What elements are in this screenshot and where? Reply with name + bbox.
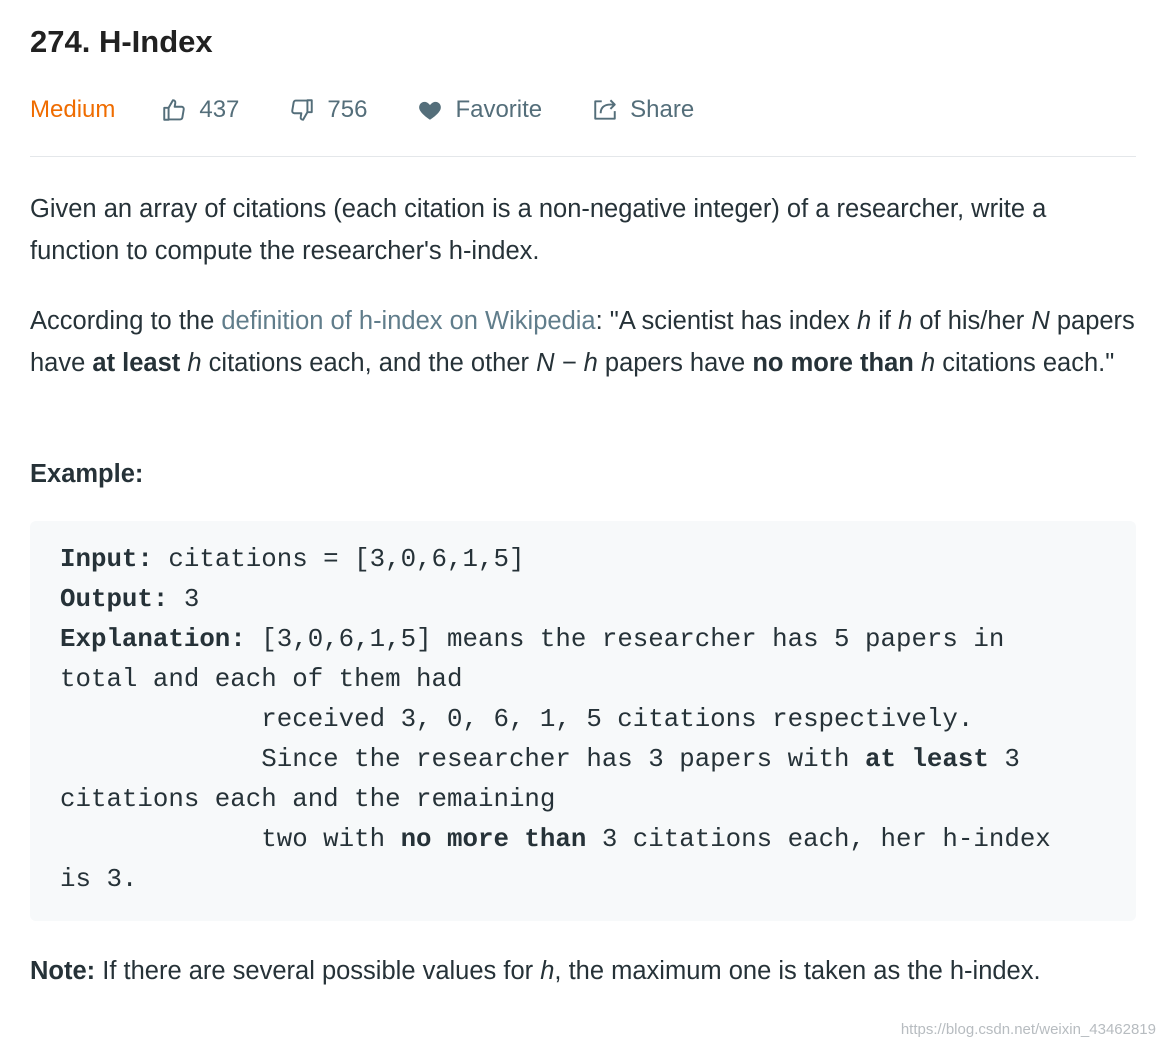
description-paragraph: Given an array of citations (each citati… bbox=[30, 195, 1047, 265]
bold-no-more-than: no more than bbox=[400, 825, 587, 854]
text-span: , the maximum one is taken as the h-inde… bbox=[554, 957, 1041, 985]
favorite-label: Favorite bbox=[455, 96, 543, 123]
explanation-label: Explanation: bbox=[60, 625, 246, 654]
text-span: If there are several possible values for bbox=[95, 957, 541, 985]
output-label: Output: bbox=[60, 585, 169, 614]
note-paragraph: Note: If there are several possible valu… bbox=[30, 950, 1136, 992]
text-span: According to the bbox=[30, 307, 222, 335]
example-code: Input: citations = [3,0,6,1,5] Output: 3… bbox=[60, 540, 1051, 900]
example-heading: Example: bbox=[30, 460, 144, 488]
var-h: h bbox=[920, 349, 936, 377]
text-span: of his/her bbox=[912, 307, 1032, 335]
heart-icon bbox=[419, 101, 442, 120]
difficulty-label: Medium bbox=[30, 96, 116, 123]
dislike-button[interactable]: 756 bbox=[289, 96, 367, 124]
thumbs-down-icon bbox=[291, 99, 314, 121]
problem-title: 274. H-Index bbox=[30, 24, 213, 59]
bold-at-least: at least bbox=[865, 745, 989, 774]
note-label: Note: bbox=[30, 957, 96, 985]
bold-at-least: at least bbox=[92, 349, 181, 377]
watermark: https://blog.csdn.net/weixin_43462819 bbox=[900, 1021, 1156, 1038]
var-h: h bbox=[898, 307, 913, 335]
input-label: Input: bbox=[60, 545, 153, 574]
favorite-button[interactable]: Favorite bbox=[417, 96, 542, 124]
thumbs-up-icon bbox=[163, 99, 186, 121]
input-value: citations = [3,0,6,1,5] bbox=[152, 545, 525, 574]
definition-paragraph: According to the definition of h-index o… bbox=[30, 300, 1136, 384]
wikipedia-link[interactable]: definition of h-index on Wikipedia bbox=[221, 307, 595, 335]
text-span: papers have bbox=[597, 349, 753, 377]
text-span: : "A scientist has index bbox=[595, 307, 857, 335]
var-h: h bbox=[187, 349, 202, 377]
var-n-minus-h: N − h bbox=[536, 349, 598, 377]
var-n: N bbox=[1031, 307, 1050, 335]
like-button[interactable]: 437 bbox=[161, 96, 239, 124]
share-icon bbox=[594, 99, 616, 120]
var-h: h bbox=[856, 307, 872, 335]
example-code-block: Input: citations = [3,0,6,1,5] Output: 3… bbox=[30, 521, 1136, 921]
dislike-count: 756 bbox=[327, 96, 368, 123]
text-span: if bbox=[871, 307, 899, 335]
like-count: 437 bbox=[199, 96, 240, 123]
text-span: citations each, and the other bbox=[201, 349, 537, 377]
header-divider bbox=[30, 156, 1136, 157]
problem-meta-bar: Medium 437 756 Favorite Share bbox=[30, 88, 1136, 132]
share-label: Share bbox=[630, 96, 695, 123]
text-span: citations each." bbox=[935, 349, 1115, 377]
output-value: 3 bbox=[168, 585, 200, 614]
var-h: h bbox=[540, 957, 555, 985]
bold-no-more-than: no more than bbox=[752, 349, 914, 377]
share-button[interactable]: Share bbox=[592, 96, 694, 124]
